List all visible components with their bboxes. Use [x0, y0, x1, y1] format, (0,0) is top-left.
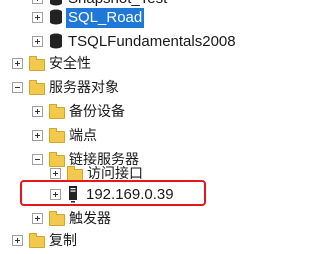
tree-node-label: 服务器对象 [49, 80, 119, 96]
tree-node-db-sql-road[interactable]: SQL_Road [0, 7, 313, 31]
folder-icon [29, 80, 45, 95]
tree-node-label: 复制 [49, 233, 77, 249]
database-icon [50, 33, 62, 49]
expand-icon[interactable] [32, 130, 43, 141]
tree-node-backup-devices[interactable]: 备份设备 [0, 101, 313, 125]
collapse-icon[interactable] [12, 82, 23, 93]
folder-icon [49, 104, 65, 119]
database-icon [50, 0, 62, 6]
tree-node-security[interactable]: 安全性 [0, 53, 313, 77]
expand-icon[interactable] [32, 0, 43, 4]
tree-node-label: 备份设备 [69, 104, 125, 120]
tree-node-label: TSQLFundamentals2008 [68, 33, 236, 50]
folder-icon [49, 128, 65, 143]
folder-icon [29, 56, 45, 71]
expand-icon[interactable] [12, 58, 23, 69]
tree-node-endpoints[interactable]: 端点 [0, 125, 313, 149]
object-explorer-tree: Snapshot_Test SQL_Road TSQLFundamentals2… [0, 0, 313, 249]
folder-icon [49, 211, 65, 226]
tree-node-label: 端点 [69, 128, 97, 144]
tree-node-label: 触发器 [69, 211, 111, 227]
tree-node-replication[interactable]: 复制 [0, 230, 313, 254]
tree-node-db-tsql[interactable]: TSQLFundamentals2008 [0, 31, 313, 55]
expand-icon[interactable] [32, 12, 43, 23]
tree-node-server-objects[interactable]: 服务器对象 [0, 77, 313, 101]
expand-icon[interactable] [12, 235, 23, 246]
expand-icon[interactable] [32, 213, 43, 224]
annotation-highlight-box [20, 180, 206, 206]
folder-icon [29, 233, 45, 248]
tree-node-triggers[interactable]: 触发器 [0, 208, 313, 232]
expand-icon[interactable] [32, 36, 43, 47]
database-icon [50, 9, 62, 25]
expand-icon[interactable] [32, 106, 43, 117]
tree-node-label: 安全性 [49, 56, 91, 72]
expand-icon[interactable] [50, 168, 61, 179]
tree-node-label: SQL_Road [66, 8, 145, 28]
